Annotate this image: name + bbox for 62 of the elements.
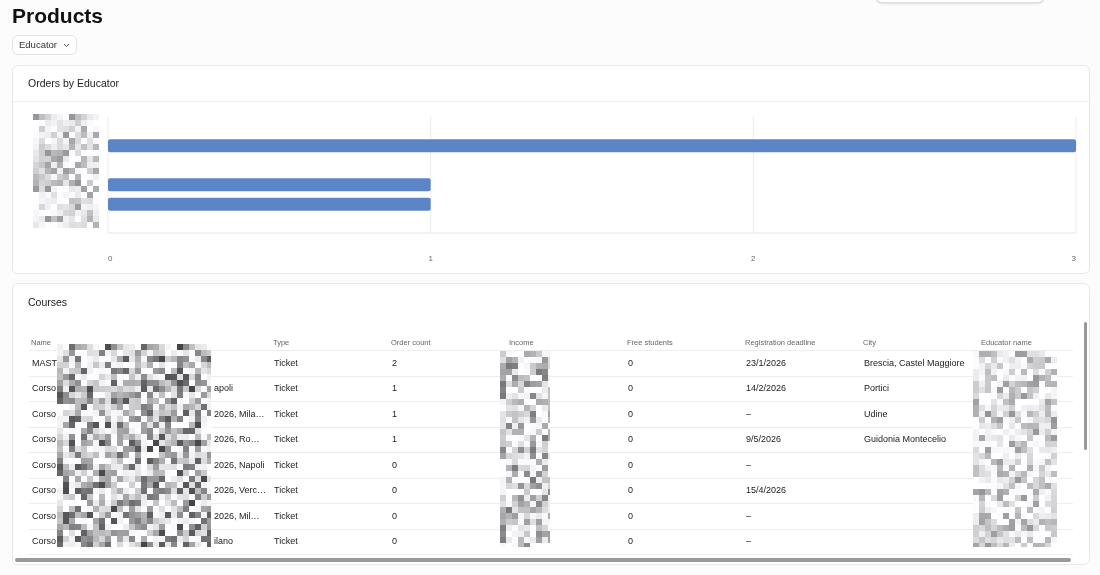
table-cell-text: Ticket	[274, 382, 298, 395]
table-cell-text: 0	[628, 382, 633, 395]
table-cell-text: 0	[628, 433, 633, 446]
table-cell-text: Corso	[32, 407, 57, 421]
table-cell: –	[746, 458, 751, 472]
table-cell-text: Corso	[32, 484, 57, 497]
table-cell-text: 2026, Ro…	[214, 433, 260, 446]
table-cell: 2026, Napoli	[214, 458, 265, 472]
table-cell-text: MAST	[32, 356, 58, 370]
axis-tick-label: 2	[751, 254, 756, 263]
table-cell-text: Corso	[32, 382, 57, 395]
table-cell-text: 0	[392, 535, 397, 548]
table-cell-text: apoli	[214, 382, 233, 395]
card-title: Courses	[28, 295, 68, 311]
card-title: Orders by Educator	[28, 75, 120, 91]
table-cell-text: Corso	[32, 433, 57, 446]
table-cell: 2026, Mil…	[214, 509, 260, 523]
table-cell: 0	[628, 458, 633, 472]
table-cell-text: ilano	[214, 535, 233, 548]
table-cell: 0	[392, 458, 397, 472]
table-cell-text: 2026, Verc…	[214, 484, 267, 497]
axis-tick-label: 3	[1071, 254, 1076, 263]
table-cell: –	[746, 407, 751, 421]
table-cell: 0	[628, 356, 633, 370]
table-cell: Ticket	[274, 458, 298, 472]
page-title: Products	[12, 4, 103, 28]
table-cell-text: –	[746, 535, 751, 548]
table-cell: 0	[628, 407, 633, 421]
table-cell-text: 14/2/2026	[746, 382, 787, 395]
table-cell-text: Guidonia Montecelio	[864, 433, 947, 446]
table-cell: 2026, Mila…	[214, 407, 265, 421]
table-cell-text: Corso	[32, 509, 57, 523]
table-cell: 23/1/2026	[746, 356, 787, 370]
table-cell-text: 0	[628, 484, 633, 497]
horizontal-scrollbar[interactable]	[15, 558, 1071, 562]
table-cell-text: Ticket	[274, 433, 298, 446]
table-cell-text: 15/4/2026	[746, 484, 787, 497]
table-cell-text: 9/5/2026	[746, 433, 782, 446]
table-cell-text: Corso	[32, 458, 57, 472]
table-cell-text: Corso	[32, 535, 57, 548]
table-cell-text: Portici	[864, 382, 889, 395]
table-cell: –	[746, 509, 751, 523]
table-cell-text: Ticket	[274, 535, 298, 548]
table-cell: Ticket	[274, 356, 298, 370]
table-cell: 0	[628, 509, 633, 523]
vertical-scrollbar[interactable]	[1084, 322, 1087, 450]
table-cell: Udine	[864, 407, 888, 421]
table-cell-text: 1	[392, 433, 397, 446]
table-cell-text: Ticket	[274, 484, 298, 497]
table-cell: Ticket	[274, 509, 298, 523]
table-cell-text: 0	[628, 535, 633, 548]
table-cell: 1	[392, 407, 397, 421]
table-cell: 2	[392, 356, 397, 370]
axis-tick-label: 0	[108, 254, 113, 263]
educator-dropdown[interactable]: Educator	[12, 35, 78, 55]
table-cell: Brescia, Castel Maggiore	[864, 356, 965, 370]
table-cell: 0	[392, 509, 397, 523]
table-cell-text: 1	[392, 382, 397, 395]
axis-tick-label: 1	[428, 254, 433, 263]
table-cell-text: 0	[392, 484, 397, 497]
table-cell: Ticket	[274, 407, 298, 421]
chevron-down-icon	[63, 42, 71, 48]
